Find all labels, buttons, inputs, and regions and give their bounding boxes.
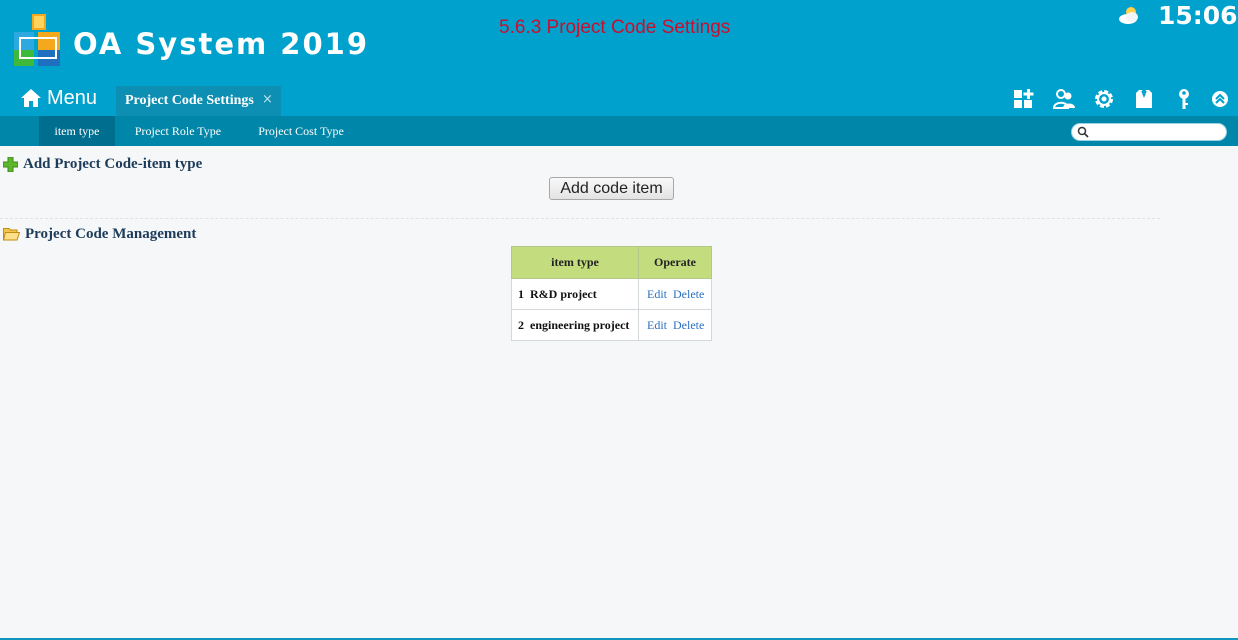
dashboard-add-icon[interactable]: [1012, 87, 1036, 111]
section-divider: [0, 218, 1160, 219]
edit-link[interactable]: Edit: [647, 287, 667, 301]
row-index: 1: [518, 286, 524, 301]
manage-section-title-text: Project Code Management: [25, 225, 197, 242]
key-icon[interactable]: [1172, 87, 1196, 111]
add-code-item-button[interactable]: Add code item: [549, 177, 674, 200]
table-row: 2 engineering project Edit Delete: [511, 309, 712, 341]
subnav-item-project-cost-type[interactable]: Project Cost Type: [245, 116, 357, 146]
row-index: 2: [518, 317, 524, 332]
column-header-item-type: item type: [511, 246, 639, 279]
subnav-item-item-type[interactable]: item type: [39, 116, 115, 146]
table-row: 1 R&D project Edit Delete: [511, 278, 712, 310]
folder-icon: [3, 228, 20, 241]
delete-link[interactable]: Delete: [673, 318, 704, 332]
plus-icon: [3, 156, 18, 172]
add-section-title-text: Add Project Code-item type: [23, 155, 203, 172]
tab-project-code-settings[interactable]: Project Code Settings ×: [116, 86, 281, 116]
subnav-item-project-role-type[interactable]: Project Role Type: [122, 116, 234, 146]
search-input[interactable]: [1092, 124, 1220, 140]
sub-navigation: item type Project Role Type Project Cost…: [0, 116, 1238, 146]
item-type-name: R&D project: [530, 286, 597, 301]
collapse-up-icon[interactable]: [1211, 87, 1235, 111]
delete-link[interactable]: Delete: [673, 287, 704, 301]
menu-button[interactable]: Menu: [20, 84, 97, 112]
item-type-cell: 1 R&D project: [511, 278, 639, 310]
column-header-operate: Operate: [638, 246, 712, 279]
tab-close-icon[interactable]: ×: [262, 92, 273, 107]
partly-cloudy-icon: [1119, 7, 1138, 24]
home-icon: [21, 89, 41, 107]
tab-label: Project Code Settings: [125, 93, 254, 108]
menu-label: Menu: [47, 86, 98, 109]
search-box[interactable]: [1071, 123, 1227, 141]
item-type-cell: 2 engineering project: [511, 309, 639, 341]
manage-section-title: Project Code Management: [3, 224, 196, 244]
search-icon: [1077, 126, 1089, 138]
app-header: OA System 2019 5.6.3 Project Code Settin…: [0, 0, 1238, 116]
shirt-icon[interactable]: [1132, 87, 1156, 111]
project-code-table: item type Operate 1 R&D project Edit Dele…: [511, 246, 712, 341]
app-logo-icon: [14, 14, 60, 66]
page-heading: 5.6.3 Project Code Settings: [499, 17, 731, 38]
table-header-row: item type Operate: [511, 246, 712, 279]
app-title: OA System 2019: [73, 27, 370, 61]
operate-cell: Edit Delete: [638, 278, 712, 310]
clock: 15:06: [1158, 1, 1238, 30]
add-section-title: Add Project Code-item type: [3, 154, 202, 174]
operate-cell: Edit Delete: [638, 309, 712, 341]
item-type-name: engineering project: [530, 317, 630, 332]
edit-link[interactable]: Edit: [647, 318, 667, 332]
gear-icon[interactable]: [1092, 87, 1116, 111]
user-group-icon[interactable]: [1052, 87, 1076, 111]
